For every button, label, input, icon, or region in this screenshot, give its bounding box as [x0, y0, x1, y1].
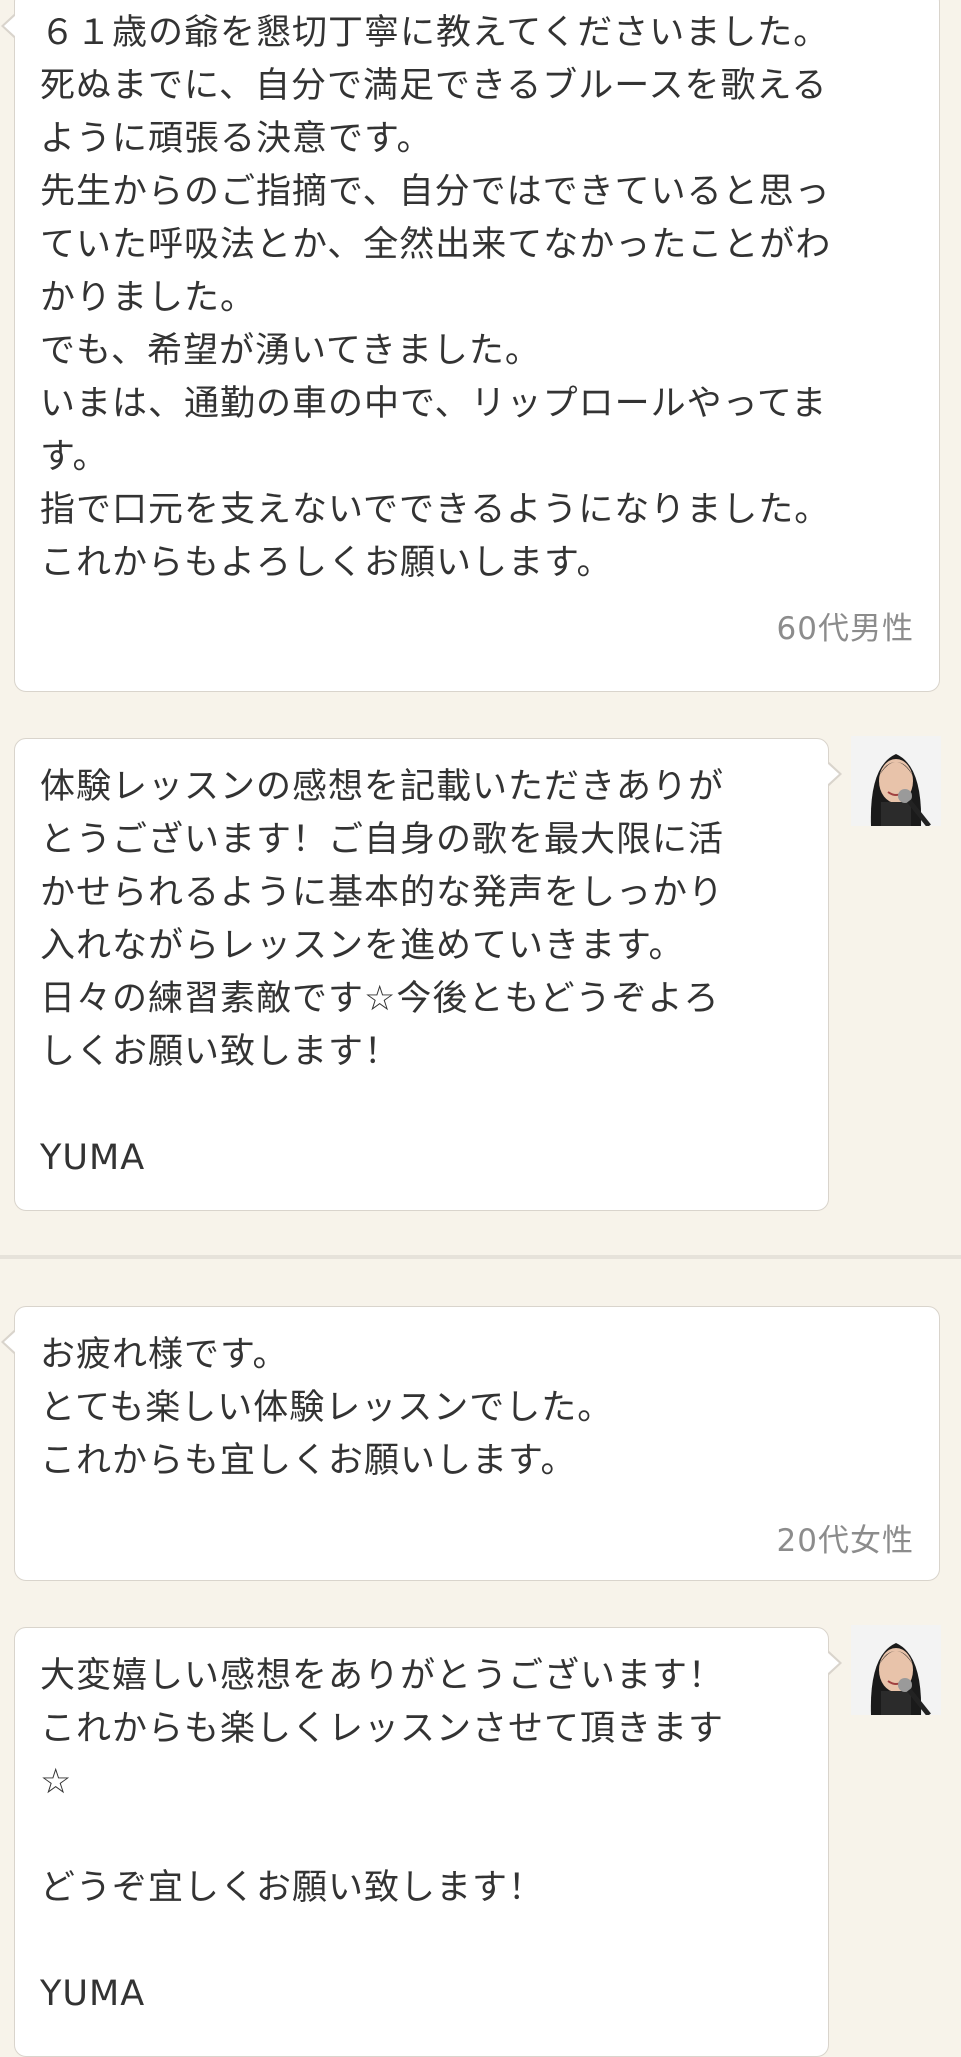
- review-text: お疲れ様です。 とても楽しい体験レッスンでした。 これからも宜しくお願いします。: [40, 1335, 614, 1481]
- reply-text: 大変嬉しい感想をありがとうございます！ これからも楽しくレッスンさせて頂きます …: [40, 1656, 725, 2014]
- reply-card: 体験レッスンの感想を記載いただきありが とうございます！ご自身の歌を最大限に活 …: [14, 738, 842, 1211]
- review-author: 60代男性: [776, 611, 914, 647]
- review-author: 20代女性: [776, 1523, 914, 1559]
- review-text: ６１歳の爺を懇切丁寧に教えてくださいました。 死ぬまでに、自分で満足できるブルー…: [40, 13, 832, 583]
- review-card: ６１歳の爺を懇切丁寧に教えてくださいました。 死ぬまでに、自分で満足できるブルー…: [1, 0, 940, 692]
- reply-text: 体験レッスンの感想を記載いただきありが とうございます！ご自身の歌を最大限に活 …: [40, 767, 725, 1178]
- teacher-avatar-icon: [851, 1625, 941, 1715]
- section-divider: [0, 1255, 961, 1259]
- reply-card: 大変嬉しい感想をありがとうございます！ これからも楽しくレッスンさせて頂きます …: [14, 1627, 842, 2057]
- review-card: お疲れ様です。 とても楽しい体験レッスンでした。 これからも宜しくお願いします。…: [1, 1306, 940, 1581]
- teacher-avatar-icon: [851, 736, 941, 826]
